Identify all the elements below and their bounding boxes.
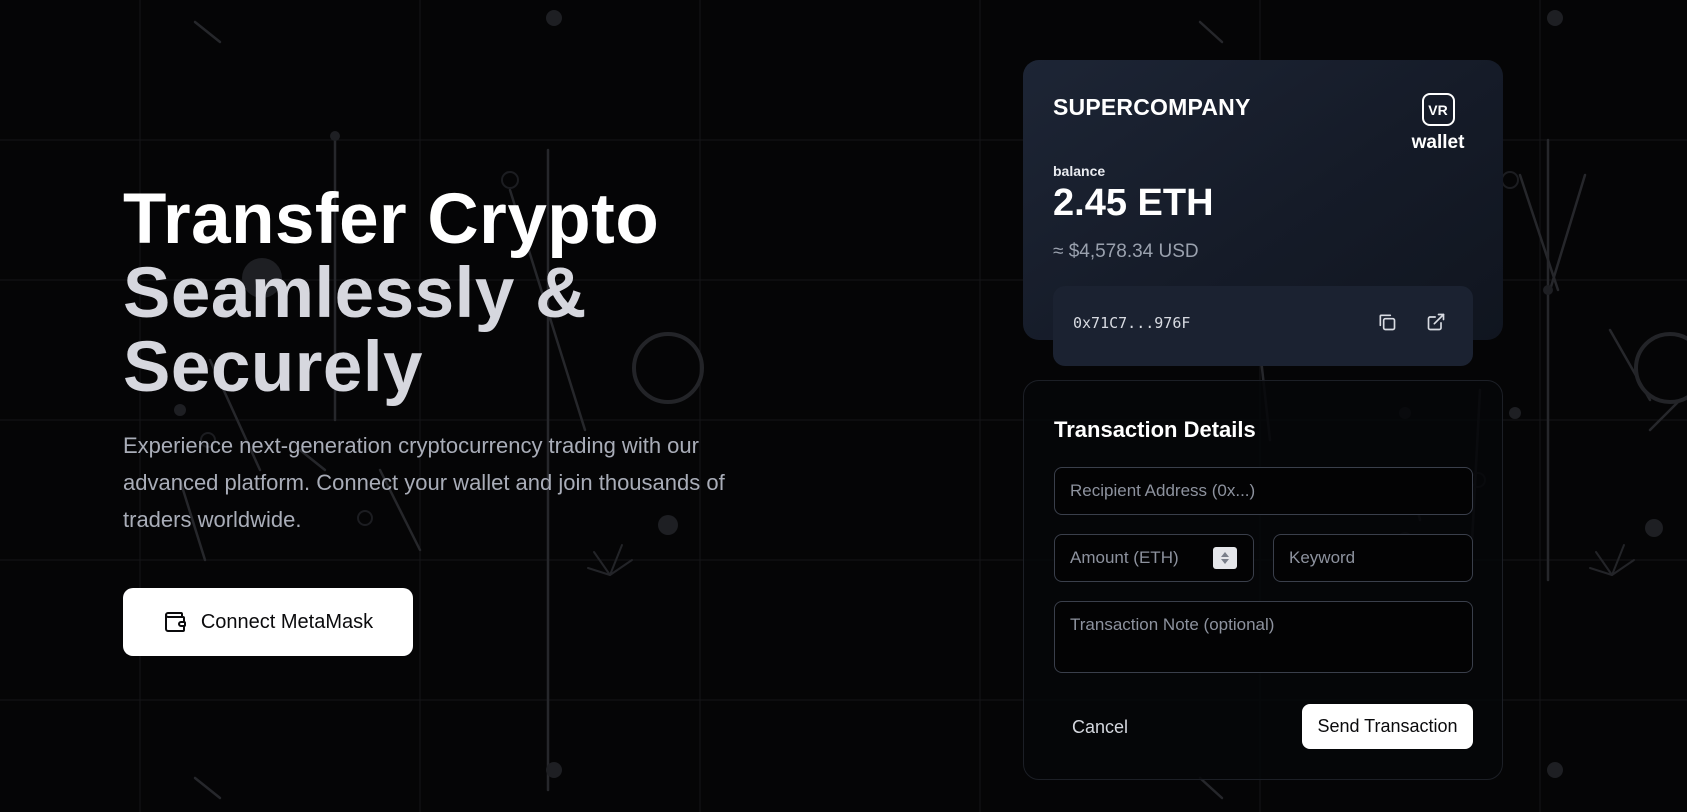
amount-field xyxy=(1054,534,1254,582)
amount-stepper[interactable] xyxy=(1213,547,1237,569)
cancel-button[interactable]: Cancel xyxy=(1056,706,1144,748)
stepper-up-icon[interactable] xyxy=(1221,552,1229,557)
vr-logo-icon: VR xyxy=(1421,93,1455,126)
wallet-icon xyxy=(163,610,187,634)
copy-address-button[interactable] xyxy=(1374,310,1400,336)
external-link-icon xyxy=(1426,312,1446,335)
hero-title-line-1: Transfer Crypto xyxy=(123,180,660,259)
wallet-logo-word: wallet xyxy=(1411,132,1465,153)
balance-label: balance xyxy=(1053,163,1106,179)
hero-title-line-3: Securely xyxy=(123,328,424,407)
wallet-address-bar: 0x71C7...976F xyxy=(1053,286,1473,366)
transaction-form: Transaction Details Cancel Send Transact… xyxy=(1023,380,1503,780)
amount-input[interactable] xyxy=(1055,535,1215,581)
stepper-down-icon[interactable] xyxy=(1221,559,1229,564)
recipient-address-input[interactable] xyxy=(1054,467,1473,515)
view-on-explorer-button[interactable] xyxy=(1423,310,1449,336)
connect-metamask-label: Connect MetaMask xyxy=(200,610,374,633)
wallet-address: 0x71C7...976F xyxy=(1073,314,1191,332)
send-transaction-button[interactable]: Send Transaction xyxy=(1302,704,1473,749)
transaction-note-input[interactable] xyxy=(1054,601,1473,673)
connect-metamask-button[interactable]: Connect MetaMask xyxy=(123,588,413,656)
app-root: Transfer Crypto Seamlessly & Securely Ex… xyxy=(0,0,1687,812)
balance-value: 2.45 ETH xyxy=(1053,182,1214,224)
wallet-logo: VR wallet xyxy=(1403,93,1473,154)
wallet-card: SUPERCOMPANY VR wallet balance 2.45 ETH … xyxy=(1023,60,1503,366)
hero-section: Transfer Crypto Seamlessly & Securely Ex… xyxy=(123,183,763,538)
keyword-input[interactable] xyxy=(1273,534,1473,582)
balance-usd-value: ≈ $4,578.34 USD xyxy=(1053,241,1199,262)
hero-title: Transfer Crypto Seamlessly & Securely xyxy=(123,183,763,405)
copy-icon xyxy=(1377,312,1397,335)
company-name: SUPERCOMPANY xyxy=(1053,94,1251,120)
hero-title-line-2: Seamlessly & xyxy=(123,254,587,333)
transaction-title: Transaction Details xyxy=(1054,417,1256,442)
hero-description: Experience next-generation cryptocurrenc… xyxy=(123,433,725,532)
